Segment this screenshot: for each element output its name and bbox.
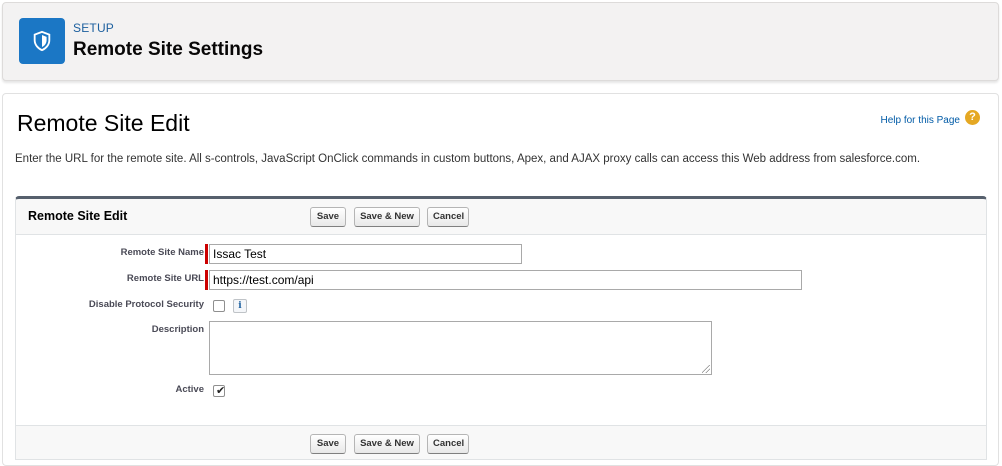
remote-site-edit-block: Remote Site Edit Save Save & New Cancel … bbox=[15, 196, 987, 460]
help-icon[interactable]: ? bbox=[965, 110, 980, 125]
required-marker bbox=[205, 244, 208, 264]
save-button-bottom[interactable]: Save bbox=[310, 434, 346, 454]
block-body: Remote Site Name Remote Site URL Disable… bbox=[16, 235, 986, 425]
shield-icon bbox=[19, 18, 65, 64]
setup-header: SETUP Remote Site Settings bbox=[2, 2, 999, 81]
save-button-top[interactable]: Save bbox=[310, 207, 346, 227]
resize-grip-icon[interactable] bbox=[702, 365, 710, 373]
remote-site-name-input[interactable] bbox=[209, 244, 522, 264]
active-checkbox[interactable]: ✔ bbox=[213, 385, 225, 397]
required-marker bbox=[205, 270, 208, 290]
remote-site-name-label: Remote Site Name bbox=[120, 247, 204, 258]
block-header: Remote Site Edit Save Save & New Cancel bbox=[16, 199, 986, 235]
intro-text: Enter the URL for the remote site. All s… bbox=[15, 153, 921, 165]
disable-protocol-security-checkbox[interactable] bbox=[213, 300, 225, 312]
description-textarea[interactable] bbox=[209, 321, 712, 375]
save-and-new-button-bottom[interactable]: Save & New bbox=[354, 434, 420, 454]
remote-site-url-input[interactable] bbox=[209, 270, 802, 290]
page-header-title: Remote Site Settings bbox=[73, 39, 264, 60]
block-title: Remote Site Edit bbox=[28, 209, 128, 223]
cancel-button-top[interactable]: Cancel bbox=[427, 207, 469, 227]
block-footer: Save Save & New Cancel bbox=[16, 425, 986, 463]
header-eyebrow: SETUP bbox=[73, 21, 115, 35]
checkmark-icon: ✔ bbox=[216, 385, 226, 397]
remote-site-url-label: Remote Site URL bbox=[126, 273, 204, 284]
page-title: Remote Site Edit bbox=[17, 110, 190, 136]
info-icon[interactable]: i bbox=[233, 299, 247, 313]
description-label: Description bbox=[151, 324, 204, 335]
active-label: Active bbox=[175, 384, 204, 395]
cancel-button-bottom[interactable]: Cancel bbox=[427, 434, 469, 454]
content-card: Remote Site Edit Help for this Page ? En… bbox=[2, 93, 999, 466]
disable-protocol-security-label: Disable Protocol Security bbox=[88, 299, 204, 310]
help-for-this-page-link[interactable]: Help for this Page bbox=[881, 115, 961, 126]
save-and-new-button-top[interactable]: Save & New bbox=[354, 207, 420, 227]
